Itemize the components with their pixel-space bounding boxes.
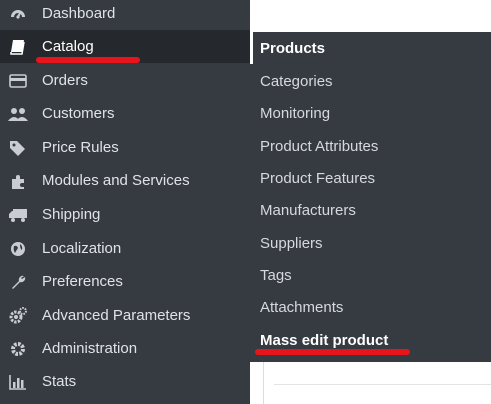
sidebar-item-orders[interactable]: Orders bbox=[0, 64, 250, 97]
submenu-item-label: Tags bbox=[260, 266, 292, 284]
submenu-item-label: Product Features bbox=[260, 169, 376, 187]
submenu-item-manufacturers[interactable]: Manufacturers bbox=[250, 194, 491, 226]
submenu-item-monitoring[interactable]: Monitoring bbox=[250, 97, 491, 129]
users-icon bbox=[8, 104, 28, 124]
sidebar-item-label: Catalog bbox=[42, 38, 94, 55]
sidebar-item-label: Price Rules bbox=[42, 139, 119, 156]
sidebar-item-advanced-parameters[interactable]: Advanced Parameters bbox=[0, 299, 250, 332]
sidebar-item-label: Advanced Parameters bbox=[42, 307, 191, 324]
submenu-item-product-features[interactable]: Product Features bbox=[250, 162, 491, 194]
credit-card-icon bbox=[8, 71, 28, 91]
sidebar-item-label: Shipping bbox=[42, 206, 101, 223]
submenu-item-products[interactable]: Products bbox=[250, 32, 491, 64]
sidebar-item-preferences[interactable]: Preferences bbox=[0, 265, 250, 298]
submenu-item-label: Suppliers bbox=[260, 234, 323, 252]
gear-icon bbox=[8, 339, 28, 359]
submenu-item-label: Manufacturers bbox=[260, 201, 356, 219]
submenu-item-tags[interactable]: Tags bbox=[250, 259, 491, 291]
book-icon bbox=[8, 37, 28, 57]
puzzle-icon bbox=[8, 171, 28, 191]
dashboard-icon bbox=[8, 4, 28, 24]
submenu-item-attachments[interactable]: Attachments bbox=[250, 291, 491, 323]
submenu-item-label: Attachments bbox=[260, 298, 344, 316]
submenu-item-label: Products bbox=[260, 39, 326, 57]
globe-icon bbox=[8, 239, 28, 259]
submenu-item-label: Categories bbox=[260, 72, 333, 90]
wrench-icon bbox=[8, 272, 28, 292]
sidebar-item-label: Preferences bbox=[42, 273, 123, 290]
annotation-underline-catalog bbox=[36, 57, 140, 63]
sidebar-item-shipping[interactable]: Shipping bbox=[0, 198, 250, 231]
sidebar-item-administration[interactable]: Administration bbox=[0, 332, 250, 365]
sidebar-item-label: Dashboard bbox=[42, 5, 116, 22]
submenu-item-categories[interactable]: Categories bbox=[250, 65, 491, 97]
divider bbox=[263, 362, 264, 404]
active-indicator bbox=[250, 32, 253, 64]
sidebar-item-customers[interactable]: Customers bbox=[0, 97, 250, 130]
bar-chart-icon bbox=[8, 372, 28, 392]
sidebar-item-modules-and-services[interactable]: Modules and Services bbox=[0, 164, 250, 197]
sidebar-item-label: Localization bbox=[42, 240, 122, 257]
sidebar-item-label: Stats bbox=[42, 373, 77, 390]
sidebar-item-label: Administration bbox=[42, 340, 138, 357]
sidebar-item-localization[interactable]: Localization bbox=[0, 232, 250, 265]
tags-icon bbox=[8, 138, 28, 158]
sidebar-item-dashboard[interactable]: Dashboard bbox=[0, 0, 250, 30]
sidebar-item-label: Modules and Services bbox=[42, 172, 190, 189]
submenu-item-label: Product Attributes bbox=[260, 137, 379, 155]
cogs-icon bbox=[8, 306, 28, 326]
submenu-item-product-attributes[interactable]: Product Attributes bbox=[250, 130, 491, 162]
submenu-item-label: Mass edit product bbox=[260, 331, 389, 349]
sidebar-item-stats[interactable]: Stats bbox=[0, 365, 250, 398]
divider bbox=[274, 384, 491, 385]
annotation-underline-mass-edit bbox=[255, 349, 410, 355]
submenu-item-suppliers[interactable]: Suppliers bbox=[250, 227, 491, 259]
sidebar-item-label: Orders bbox=[42, 72, 88, 89]
truck-icon bbox=[8, 205, 28, 225]
sidebar-item-price-rules[interactable]: Price Rules bbox=[0, 131, 250, 164]
content-area bbox=[250, 362, 491, 404]
sidebar-item-label: Customers bbox=[42, 105, 115, 122]
submenu-item-label: Monitoring bbox=[260, 104, 331, 122]
catalog-submenu: Products Categories Monitoring Product A… bbox=[250, 32, 491, 362]
